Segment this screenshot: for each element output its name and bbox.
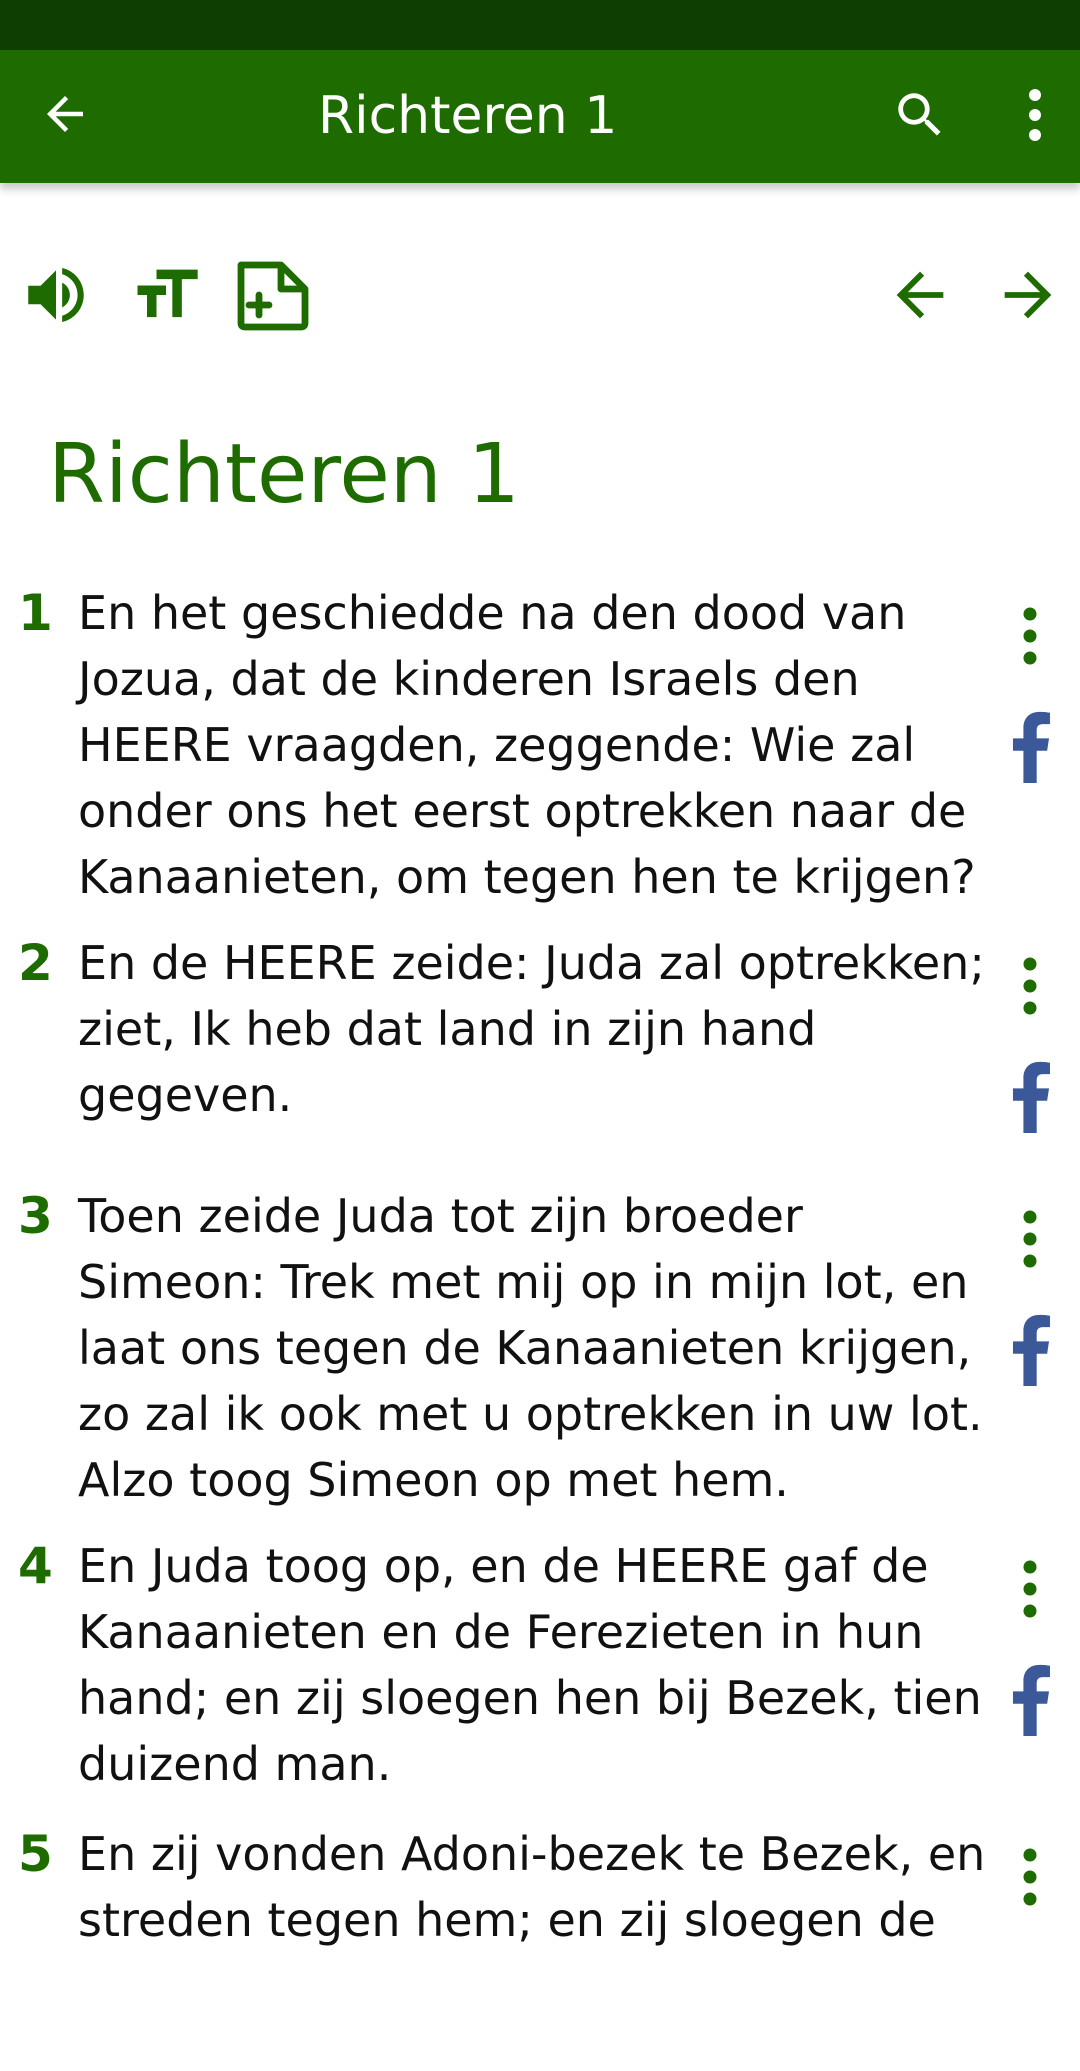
add-note-button[interactable] — [230, 250, 316, 340]
back-button[interactable] — [26, 75, 104, 153]
more-vert-icon — [1023, 1210, 1037, 1268]
share-facebook-button[interactable] — [1006, 1056, 1056, 1136]
verse-number: 5 — [18, 1825, 53, 1883]
verse-number: 1 — [18, 584, 53, 642]
arrow-left-icon — [896, 271, 944, 319]
verse-options-button[interactable] — [1005, 1549, 1055, 1629]
more-vert-icon — [1023, 957, 1037, 1015]
share-facebook-button[interactable] — [1006, 1659, 1056, 1739]
chapter-title: Richteren 1 — [48, 427, 520, 522]
verse-text: En Juda toog op, en de HEERE gaf de Kana… — [78, 1539, 982, 1791]
facebook-icon — [1012, 1664, 1050, 1736]
facebook-icon — [1012, 1061, 1050, 1133]
share-facebook-button[interactable] — [1006, 706, 1056, 786]
app-bar-title: Richteren 1 — [318, 86, 618, 146]
more-vert-icon — [1023, 1560, 1037, 1618]
more-vert-icon — [1023, 607, 1037, 665]
text-size-button[interactable] — [124, 250, 208, 340]
verse-options-button[interactable] — [1005, 1837, 1055, 1917]
text-size-icon — [137, 269, 198, 318]
verse-number: 2 — [18, 934, 53, 992]
search-button[interactable] — [880, 75, 960, 155]
more-vert-icon — [1029, 89, 1041, 141]
audio-button[interactable] — [14, 250, 98, 340]
app-bar: Richteren 1 — [0, 50, 1080, 183]
reading-toolbar — [0, 250, 1080, 340]
facebook-icon — [1012, 1314, 1050, 1386]
verse-2: 2 En de HEERE zeide: Juda zal optrekken;… — [0, 930, 1080, 1183]
verse-options-button[interactable] — [1005, 1199, 1055, 1279]
search-icon — [898, 93, 941, 136]
arrow-right-icon — [1004, 271, 1052, 319]
share-facebook-button[interactable] — [1006, 1309, 1056, 1389]
verse-3: 3 Toen zeide Juda tot zijn broeder Simeo… — [0, 1183, 1080, 1533]
verse-text: En het geschiedde na den dood van Jozua,… — [78, 586, 976, 904]
verse-number: 4 — [18, 1537, 53, 1595]
overflow-menu-button[interactable] — [1010, 75, 1060, 155]
verse-options-button[interactable] — [1005, 946, 1055, 1026]
verse-options-button[interactable] — [1005, 596, 1055, 676]
status-bar — [0, 0, 1080, 50]
next-chapter-button[interactable] — [988, 250, 1068, 340]
speaker-icon — [28, 267, 84, 323]
verse-list: 1 En het geschiedde na den dood van Jozu… — [0, 580, 1080, 2071]
more-vert-icon — [1023, 1848, 1037, 1906]
verse-4: 4 En Juda toog op, en de HEERE gaf de Ka… — [0, 1533, 1080, 1821]
verse-5: 5 En zij vonden Adoni-bezek te Bezek, en… — [0, 1821, 1080, 2071]
previous-chapter-button[interactable] — [880, 250, 960, 340]
verse-text: Toen zeide Juda tot zijn broeder Simeon:… — [78, 1189, 983, 1507]
verse-text: En de HEERE zeide: Juda zal optrekken; z… — [78, 936, 985, 1122]
facebook-icon — [1012, 711, 1050, 783]
verse-number: 3 — [18, 1187, 53, 1245]
add-note-icon — [237, 261, 309, 331]
verse-text: En zij vonden Adoni-bezek te Bezek, en s… — [78, 1827, 986, 1947]
arrow-left-icon — [47, 96, 83, 132]
verse-1: 1 En het geschiedde na den dood van Jozu… — [0, 580, 1080, 930]
